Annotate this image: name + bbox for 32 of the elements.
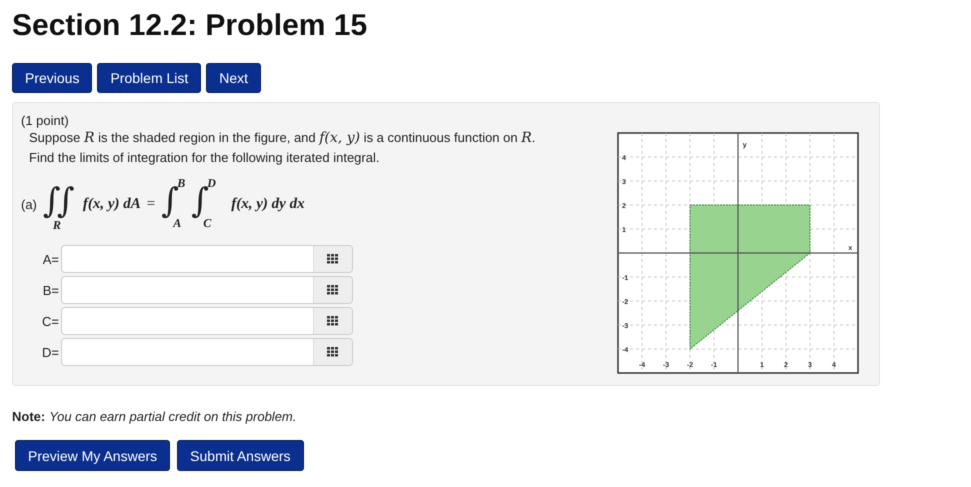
answer-label: C= — [41, 314, 60, 328]
note-text: You can earn partial credit on this problem. — [49, 409, 296, 424]
math-expression: f(x, y) dy dx — [231, 196, 305, 212]
answer-label: A= — [42, 252, 60, 266]
grid-icon — [327, 347, 339, 357]
answer-field[interactable] — [61, 276, 353, 304]
problem-text: Suppose R is the shaded region in the figure, and f(x, y) is a continuous function on R. — [29, 129, 536, 148]
grid-icon — [327, 254, 339, 264]
grid-icon — [327, 285, 339, 295]
equation-editor-button[interactable] — [313, 246, 352, 272]
nav-button[interactable]: Next — [206, 63, 262, 93]
answer-field[interactable] — [61, 307, 353, 335]
answer-label: D= — [41, 344, 60, 360]
note-label: Note: — [12, 409, 46, 424]
math-expression: f(x, y) dA — [82, 196, 141, 212]
equation-editor-button[interactable] — [313, 339, 352, 365]
page-title: Section 12.2: Problem 15 — [12, 8, 368, 44]
nav-button[interactable]: Problem List — [97, 63, 202, 93]
equation-editor-button[interactable] — [313, 308, 352, 334]
submit-button[interactable]: Submit Answers — [177, 440, 304, 471]
grid-icon — [327, 316, 339, 326]
answer-label: B= — [42, 282, 60, 298]
equation-editor-button[interactable] — [313, 277, 352, 303]
answer-field[interactable] — [61, 245, 353, 273]
points-label: (1 point) — [21, 113, 70, 128]
double-integral: ∫∫ R — [42, 180, 76, 232]
submit-button[interactable]: Preview My Answers — [15, 440, 170, 471]
nav-button[interactable]: Previous — [12, 63, 92, 93]
problem-text: Find the limits of integration for the following iterated integral. — [29, 149, 380, 167]
answer-field[interactable] — [61, 338, 353, 366]
part-label: (a) — [21, 196, 37, 212]
equals-sign: = — [146, 196, 156, 212]
